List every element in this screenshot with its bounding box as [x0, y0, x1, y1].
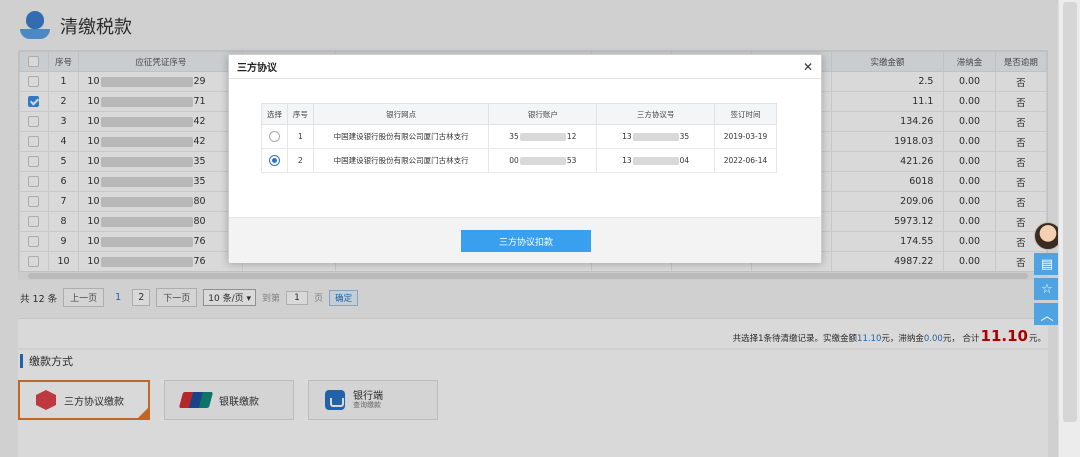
agreement-header-row: 选择 序号 银行网点 银行账户 三方协议号 签订时间: [261, 103, 777, 125]
agreement-select-cell[interactable]: [261, 148, 288, 173]
agreement-account: 00 53: [488, 148, 598, 173]
col-bank: 银行网点: [312, 103, 490, 125]
col-select: 选择: [261, 103, 288, 125]
tripartite-modal: 三方协议 ✕ 选择 序号 银行网点 银行账户 三方协议号 签订时间 1 中国建设银…: [228, 54, 822, 263]
star-icon[interactable]: ☆: [1034, 278, 1060, 300]
agreement-number: 13 04: [596, 148, 716, 173]
col-agreement-no: 三方协议号: [596, 103, 716, 125]
page: 清缴税款 序号 应征凭证序号 实缴金额 滞纳金 是否逾期 1 10 29 2.5…: [0, 0, 1062, 457]
agreement-radio[interactable]: [268, 131, 280, 142]
agreement-number: 13 35: [596, 124, 716, 149]
agreement-bank: 中国建设银行股份有限公司厦门古林支行: [312, 148, 490, 173]
agreement-bank: 中国建设银行股份有限公司厦门古林支行: [312, 124, 490, 149]
modal-footer: 三方协议扣款: [229, 217, 821, 263]
page-vertical-scrollbar[interactable]: [1058, 0, 1080, 457]
col-sign-date: 签订时间: [714, 103, 777, 125]
agreement-row[interactable]: 2 中国建设银行股份有限公司厦门古林支行 00 53 13 04 2022-06-14: [261, 148, 777, 173]
agreement-no: 2: [286, 148, 314, 173]
agreement-table: 选择 序号 银行网点 银行账户 三方协议号 签订时间 1 中国建设银行股份有限公司…: [261, 103, 777, 173]
modal-title: 三方协议: [237, 63, 277, 74]
feedback-icon[interactable]: ▤: [1034, 253, 1060, 275]
agreement-select-cell[interactable]: [261, 124, 288, 149]
agreement-account: 35 12: [488, 124, 598, 149]
agreement-no: 1: [286, 124, 314, 149]
col-account: 银行账户: [488, 103, 598, 125]
modal-header: 三方协议 ✕: [229, 55, 821, 79]
modal-body: 选择 序号 银行网点 银行账户 三方协议号 签订时间 1 中国建设银行股份有限公司…: [229, 79, 821, 217]
back-to-top-icon[interactable]: ︿: [1034, 303, 1060, 325]
close-icon[interactable]: ✕: [803, 60, 813, 74]
tripartite-deduct-button[interactable]: 三方协议扣款: [461, 230, 591, 252]
col-no: 序号: [286, 103, 314, 125]
agreement-date: 2019-03-19: [714, 124, 777, 149]
agreement-radio[interactable]: [268, 155, 280, 166]
agreement-date: 2022-06-14: [714, 148, 777, 173]
agreement-row[interactable]: 1 中国建设银行股份有限公司厦门古林支行 35 12 13 35 2019-03-19: [261, 124, 777, 149]
